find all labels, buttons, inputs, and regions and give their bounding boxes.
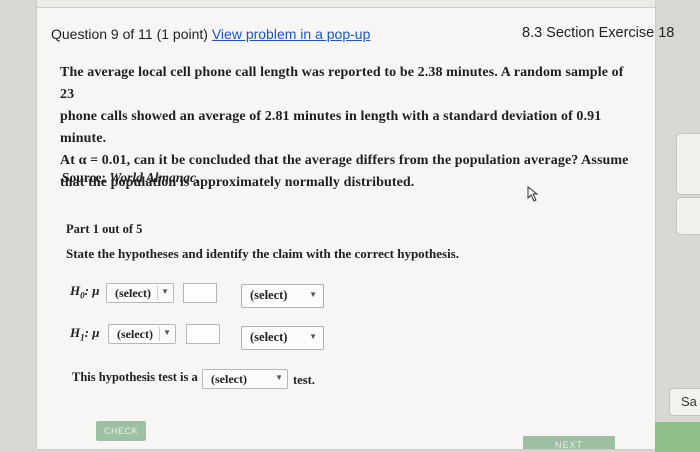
problem-line: The average local cell phone call length… xyxy=(60,65,624,102)
h1-letter: H xyxy=(70,325,81,340)
select-divider xyxy=(159,327,160,341)
dropdown-arrow-icon: ▼ xyxy=(161,287,169,296)
test-suffix: test. xyxy=(293,373,315,387)
pointer-hand-icon xyxy=(527,186,539,202)
h1-claim-select[interactable]: (select) ▼ xyxy=(241,326,324,350)
h0-claim-select[interactable]: (select) ▼ xyxy=(241,284,324,308)
h0-value-input[interactable] xyxy=(183,283,217,303)
dropdown-arrow-icon: ▼ xyxy=(309,332,317,341)
h0-mu: : μ xyxy=(84,283,100,298)
problem-line: At α = 0.01, can it be concluded that th… xyxy=(60,153,629,168)
source-name: World Almanac. xyxy=(109,170,200,185)
h0-letter: H xyxy=(70,283,81,298)
h1-operator-select[interactable]: (select) ▼ xyxy=(108,324,176,344)
test-type-label: This hypothesis test is a xyxy=(72,370,198,384)
h0-operator-select[interactable]: (select) ▼ xyxy=(106,283,174,303)
next-button[interactable]: NEXT xyxy=(523,436,615,449)
popup-link[interactable]: View problem in a pop-up xyxy=(212,26,371,42)
check-button[interactable]: CHECK xyxy=(96,421,146,441)
side-green-tab[interactable] xyxy=(655,422,700,452)
h0-label: H0: μ xyxy=(70,283,99,301)
source-line: Source: World Almanac. xyxy=(62,170,199,186)
test-type-value: (select) xyxy=(211,372,247,386)
section-label: 8.3 Section Exercise 18 xyxy=(522,25,675,41)
h1-claim-value: (select) xyxy=(250,330,288,344)
h1-operator-value: (select) xyxy=(117,327,153,341)
h1-label: H1: μ xyxy=(70,325,99,343)
part-instruction: State the hypotheses and identify the cl… xyxy=(66,246,459,261)
question-label: Question 9 of 11 (1 point) xyxy=(51,26,208,42)
h1-mu: : μ xyxy=(84,325,100,340)
part-label: Part 1 out of 5 xyxy=(66,222,143,236)
side-tab[interactable] xyxy=(676,197,700,235)
test-type-select[interactable]: (select) ▼ xyxy=(202,369,288,389)
side-tab[interactable] xyxy=(676,133,700,195)
question-header: Question 9 of 11 (1 point) View problem … xyxy=(51,26,370,42)
problem-line: phone calls showed an average of 2.81 mi… xyxy=(60,109,602,146)
dropdown-arrow-icon: ▼ xyxy=(309,290,317,299)
save-button[interactable]: Sa xyxy=(669,388,700,416)
select-divider xyxy=(157,286,158,300)
dropdown-arrow-icon: ▼ xyxy=(163,328,171,337)
h1-value-input[interactable] xyxy=(186,324,220,344)
h0-claim-value: (select) xyxy=(250,288,288,302)
card-top-border xyxy=(37,0,655,8)
source-label: Source: xyxy=(62,170,106,185)
h0-operator-value: (select) xyxy=(115,286,151,300)
dropdown-arrow-icon: ▼ xyxy=(275,373,283,382)
